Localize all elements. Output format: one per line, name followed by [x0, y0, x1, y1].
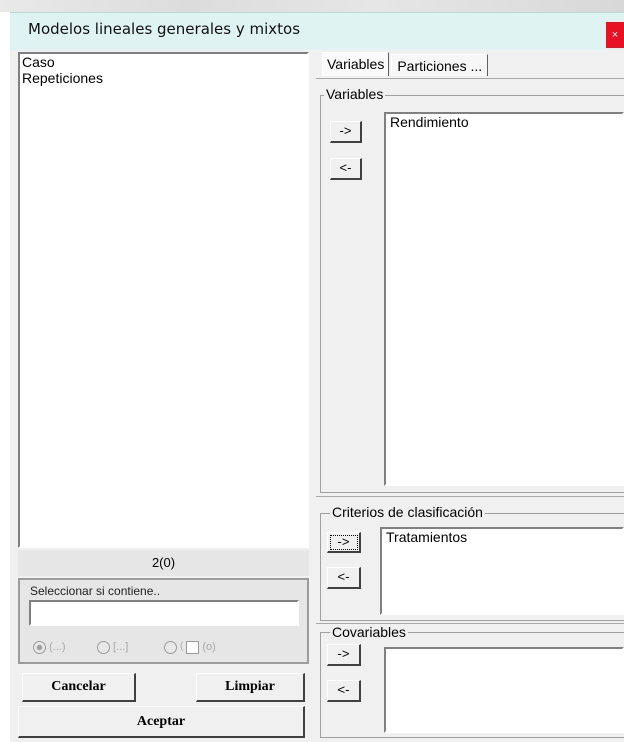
- remove-variable-button[interactable]: <-: [330, 158, 362, 180]
- covariables-group-label: Covariables: [330, 624, 408, 640]
- criterios-target-list[interactable]: Tratamientos: [380, 527, 624, 615]
- add-variable-button[interactable]: ->: [330, 121, 362, 143]
- close-icon: ×: [611, 29, 619, 41]
- add-criterio-button[interactable]: ->: [327, 532, 361, 553]
- filter-input[interactable]: [29, 600, 299, 626]
- option-label: (o): [202, 641, 216, 653]
- covariables-target-list[interactable]: [384, 647, 624, 733]
- criterios-group-label: Criterios de clasificación: [330, 504, 485, 520]
- list-item[interactable]: Repeticiones: [20, 70, 307, 86]
- clear-button[interactable]: Limpiar: [196, 673, 305, 702]
- accept-button[interactable]: Aceptar: [18, 706, 305, 738]
- radio-icon: [33, 640, 46, 654]
- list-count: 2(0): [18, 550, 309, 576]
- radio-icon: [97, 640, 110, 654]
- variables-source-list[interactable]: Caso Repeticiones: [18, 52, 309, 548]
- radio-icon: [164, 640, 177, 654]
- tab-particiones[interactable]: Particiones ...: [391, 54, 489, 76]
- filter-label: Seleccionar si contiene..: [30, 584, 161, 598]
- cancel-button[interactable]: Cancelar: [22, 673, 136, 702]
- list-item[interactable]: Rendimiento: [386, 114, 622, 130]
- tab-strip: Variables Particiones ...: [322, 52, 622, 76]
- divider: [316, 496, 624, 497]
- checkbox-icon: [186, 640, 200, 654]
- filter-option-checkbox[interactable]: ( (o): [164, 640, 244, 654]
- close-button[interactable]: ×: [606, 22, 624, 48]
- option-label: (...): [49, 641, 66, 653]
- variables-group-label: Variables: [324, 86, 386, 102]
- remove-criterio-button[interactable]: <-: [327, 567, 361, 589]
- tab-variables[interactable]: Variables: [322, 52, 390, 76]
- filter-option-parens[interactable]: (...): [33, 640, 73, 654]
- remove-covariable-button[interactable]: <-: [327, 680, 361, 702]
- list-item[interactable]: Caso: [20, 54, 307, 70]
- tab-divider: [316, 78, 624, 79]
- option-label: [...]: [113, 641, 129, 653]
- background-strip: [0, 0, 624, 12]
- list-item[interactable]: Tratamientos: [382, 529, 622, 545]
- filter-option-brackets[interactable]: [...]: [97, 640, 137, 654]
- add-covariable-button[interactable]: ->: [327, 644, 361, 666]
- window-title: Modelos lineales generales y mixtos: [28, 20, 301, 38]
- variables-target-list[interactable]: Rendimiento: [384, 112, 624, 486]
